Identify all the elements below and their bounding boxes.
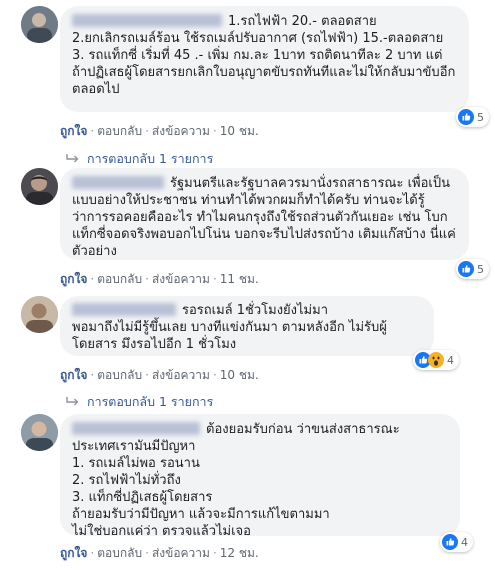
- reaction-summary[interactable]: 4: [413, 350, 459, 370]
- view-replies-link[interactable]: การตอบกลับ 1 รายการ: [66, 392, 213, 412]
- reply-button[interactable]: ตอบกลับ: [97, 546, 142, 560]
- reaction-summary[interactable]: 4: [440, 532, 473, 552]
- reaction-count: 5: [477, 262, 484, 276]
- reaction-count: 4: [461, 535, 468, 549]
- reaction-count: 5: [477, 110, 484, 124]
- comment-actions: ถูกใจ · ตอบกลับ · ส่งข้อความ · 10 ชม.: [60, 124, 259, 138]
- comment-bubble: 1.รถไฟฟ้า 20.- ตลอดสาย 2.ยกเลิกรถเมล์ร้อ…: [60, 6, 469, 112]
- like-button[interactable]: ถูกใจ: [60, 546, 87, 560]
- message-button[interactable]: ส่งข้อความ: [152, 272, 210, 286]
- message-button[interactable]: ส่งข้อความ: [152, 546, 210, 560]
- like-reaction-icon: [442, 534, 458, 550]
- reply-arrow-icon: [66, 154, 79, 163]
- commenter-name[interactable]: [72, 175, 164, 189]
- like-reaction-icon: [458, 109, 474, 125]
- reaction-summary[interactable]: 5: [456, 259, 489, 279]
- reaction-count: 4: [447, 353, 454, 367]
- reply-button[interactable]: ตอบกลับ: [97, 124, 142, 138]
- comment-bubble: รัฐมนตรีและรัฐบาลควรมานั่งรถสาธารณะ เพื่…: [60, 168, 469, 260]
- comment-time[interactable]: 10 ชม.: [220, 124, 259, 138]
- like-button[interactable]: ถูกใจ: [60, 368, 87, 382]
- comment-bubble: ต้องยอมรับก่อน ว่าขนส่งสาธารณะ ประเทศเรา…: [60, 414, 460, 539]
- reply-button[interactable]: ตอบกลับ: [97, 272, 142, 286]
- reaction-summary[interactable]: 5: [456, 107, 489, 127]
- message-button[interactable]: ส่งข้อความ: [152, 124, 210, 138]
- like-button[interactable]: ถูกใจ: [60, 272, 87, 286]
- reply-button[interactable]: ตอบกลับ: [97, 368, 142, 382]
- comment-time[interactable]: 10 ชม.: [220, 368, 259, 382]
- reply-arrow-icon: [66, 397, 79, 406]
- avatar[interactable]: [21, 168, 58, 205]
- comment-time[interactable]: 11 ชม.: [220, 272, 259, 286]
- avatar[interactable]: [21, 6, 58, 43]
- view-replies-label[interactable]: การตอบกลับ 1 รายการ: [87, 149, 213, 169]
- comment-actions: ถูกใจ · ตอบกลับ · ส่งข้อความ · 12 ชม.: [60, 546, 259, 560]
- commenter-name[interactable]: [72, 13, 222, 27]
- comment-bubble: รอรถเมล์ 1ชั่วโมงยังไม่มา พอมาถึงไม่มีรู…: [60, 296, 434, 356]
- comment-time[interactable]: 12 ชม.: [220, 546, 259, 560]
- commenter-name[interactable]: [72, 421, 200, 435]
- view-replies-link[interactable]: การตอบกลับ 1 รายการ: [66, 149, 213, 169]
- message-button[interactable]: ส่งข้อความ: [152, 368, 210, 382]
- comment-actions: ถูกใจ · ตอบกลับ · ส่งข้อความ · 11 ชม.: [60, 272, 259, 286]
- wow-reaction-icon: [428, 352, 444, 368]
- avatar[interactable]: [21, 296, 58, 333]
- view-replies-label[interactable]: การตอบกลับ 1 รายการ: [87, 392, 213, 412]
- avatar[interactable]: [21, 414, 58, 451]
- comment-text: ต้องยอมรับก่อน ว่าขนส่งสาธารณะ ประเทศเรา…: [72, 422, 400, 539]
- comment-actions: ถูกใจ · ตอบกลับ · ส่งข้อความ · 10 ชม.: [60, 368, 259, 382]
- like-button[interactable]: ถูกใจ: [60, 124, 87, 138]
- like-reaction-icon: [458, 261, 474, 277]
- commenter-name[interactable]: [72, 302, 176, 316]
